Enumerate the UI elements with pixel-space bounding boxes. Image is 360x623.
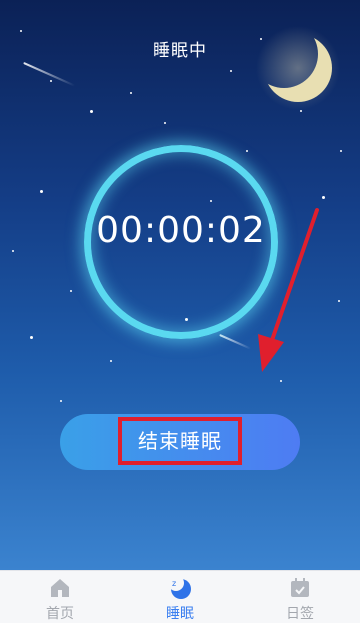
annotation-arrow	[258, 208, 319, 372]
sleep-screen: 睡眠中 00:00:02 结束睡眠	[0, 0, 360, 570]
end-sleep-label[interactable]: 结束睡眠	[118, 417, 242, 465]
home-icon	[51, 579, 69, 597]
svg-text:z: z	[172, 579, 176, 588]
tab-sleep[interactable]: z 睡眠	[120, 571, 240, 623]
tab-home[interactable]: 首页	[0, 571, 120, 623]
tab-sleep-label: 睡眠	[166, 606, 194, 622]
sleep-moon-icon: z	[171, 579, 191, 599]
tab-home-label: 首页	[46, 606, 74, 622]
calendar-check-icon	[291, 578, 309, 597]
tab-daily-card-label: 日签	[286, 606, 314, 622]
bottom-tab-bar: 首页 z 睡眠 日签	[0, 570, 360, 623]
tab-daily-card[interactable]: 日签	[240, 571, 360, 623]
